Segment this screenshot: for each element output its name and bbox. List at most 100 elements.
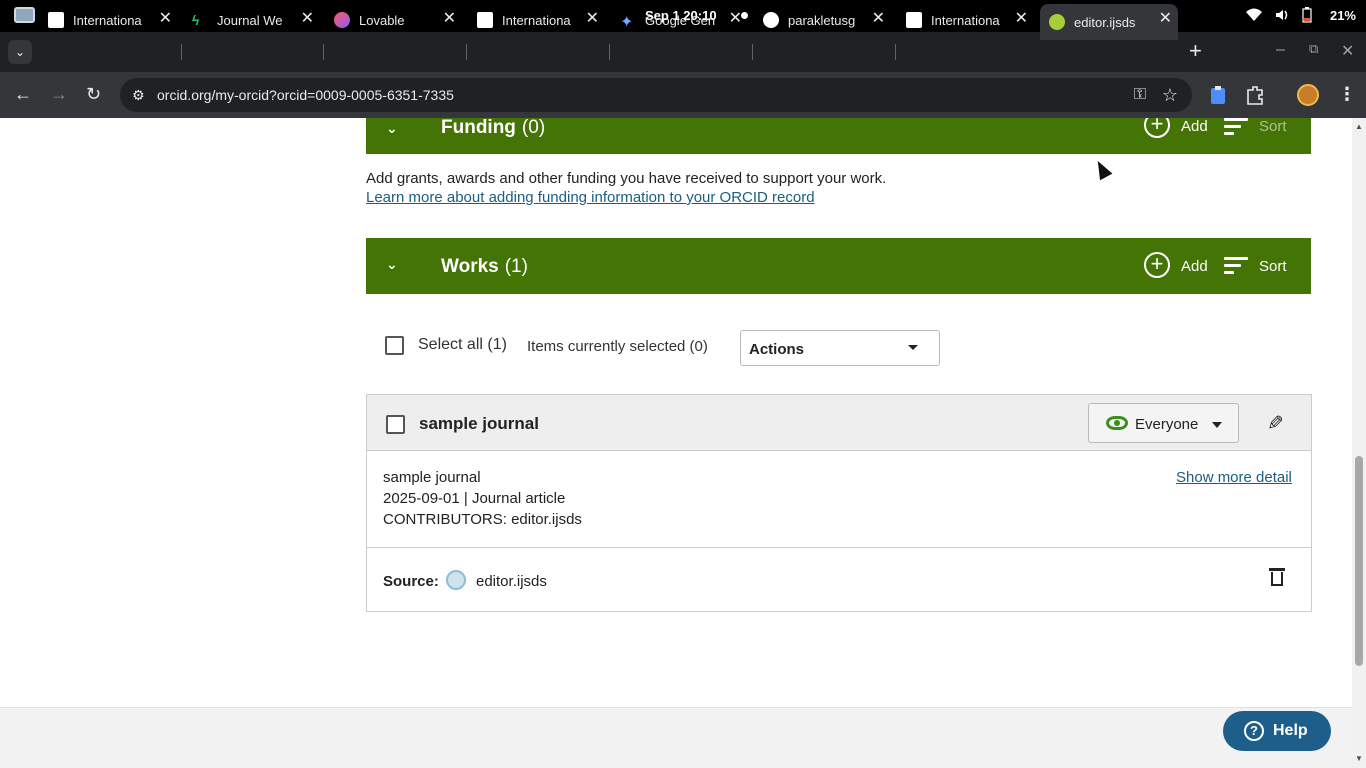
- visibility-dropdown[interactable]: Everyone: [1088, 403, 1239, 443]
- visibility-label: Everyone: [1135, 416, 1199, 433]
- chevron-down-icon[interactable]: ⌄: [386, 256, 398, 273]
- user-avatar-icon: [446, 570, 466, 590]
- tab-title: Internationa: [73, 12, 142, 28]
- back-arrow-icon[interactable]: ←: [14, 85, 32, 103]
- site-settings-icon[interactable]: ⚙: [132, 87, 145, 104]
- tab-title: Lovable: [359, 12, 405, 28]
- password-key-icon[interactable]: ⚿: [1134, 86, 1146, 104]
- system-tray[interactable]: 21%: [1245, 7, 1356, 23]
- close-icon[interactable]: ✕: [872, 11, 885, 27]
- close-icon[interactable]: ✕: [301, 11, 314, 27]
- actions-dropdown-label: Actions: [749, 341, 805, 358]
- scroll-down-arrow-icon[interactable]: ▼: [1355, 754, 1363, 763]
- minimize-icon[interactable]: –: [1276, 41, 1285, 59]
- close-icon[interactable]: ✕: [1015, 11, 1028, 27]
- work-journal-title: sample journal: [383, 469, 481, 486]
- tab-editor-ijsds-active[interactable]: editor.ijsds ✕: [1040, 4, 1178, 40]
- work-item-card: sample journal Everyone ✎ sample journal…: [366, 394, 1312, 612]
- source-name: editor.ijsds: [476, 573, 547, 590]
- tab-divider: [609, 44, 610, 60]
- scroll-up-arrow-icon[interactable]: ▲: [1355, 122, 1363, 131]
- select-all-row: [385, 336, 404, 360]
- gemini-icon: ✦: [620, 14, 634, 31]
- funding-title: Funding (0): [441, 118, 546, 138]
- browser-menu-icon[interactable]: ⋮: [1338, 84, 1356, 105]
- reload-icon[interactable]: ↻: [86, 85, 101, 103]
- sort-icon[interactable]: [1224, 118, 1248, 139]
- add-circle-icon[interactable]: +: [1144, 252, 1170, 278]
- edit-pencil-icon[interactable]: ✎: [1267, 411, 1284, 436]
- forward-arrow-icon[interactable]: →: [50, 85, 68, 103]
- extension-clipboard-icon[interactable]: [1209, 84, 1231, 106]
- show-more-detail-link[interactable]: Show more detail: [1176, 469, 1292, 486]
- close-icon[interactable]: ✕: [729, 11, 742, 27]
- bolt-icon: ϟ: [192, 12, 200, 28]
- wifi-icon[interactable]: [1245, 7, 1262, 23]
- page-viewport: ⌄ Funding (0) + Add Sort Add grants, awar…: [0, 118, 1352, 768]
- battery-icon[interactable]: [1302, 7, 1318, 23]
- tab-internationa-3[interactable]: Internationa ✕: [906, 4, 1034, 36]
- help-button[interactable]: ? Help: [1223, 711, 1331, 751]
- eye-icon: [1106, 416, 1128, 430]
- page-footer: [0, 707, 1352, 768]
- works-section-header[interactable]: ⌄ Works (1) + Add Sort: [366, 238, 1311, 294]
- select-all-label[interactable]: Select all (1): [418, 336, 507, 354]
- work-item-title: sample journal: [419, 414, 539, 433]
- tab-search-button[interactable]: ⌄: [8, 40, 32, 64]
- tab-github[interactable]: parakletusg ✕: [763, 4, 891, 36]
- close-icon[interactable]: ✕: [1159, 11, 1172, 27]
- add-circle-icon[interactable]: +: [1144, 118, 1170, 138]
- items-selected-count: Items currently selected (0): [527, 338, 708, 355]
- works-add-button[interactable]: Add: [1181, 258, 1208, 275]
- close-icon[interactable]: ✕: [159, 11, 172, 27]
- launcher-icon[interactable]: [14, 7, 35, 23]
- tab-google-gemini[interactable]: ✦ Google Gen ✕: [620, 4, 748, 36]
- chevron-down-icon[interactable]: ⌄: [386, 120, 398, 137]
- tab-journal-web[interactable]: ϟ Journal We ✕: [192, 4, 320, 36]
- works-sort-button[interactable]: Sort: [1259, 258, 1287, 275]
- ijsds-icon: [906, 12, 922, 28]
- work-item-checkbox[interactable]: [386, 415, 405, 434]
- work-date-type: 2025-09-01 | Journal article: [383, 490, 566, 507]
- actions-dropdown[interactable]: Actions: [740, 330, 940, 366]
- tab-title: Google Gen: [645, 12, 716, 28]
- work-item-header: sample journal Everyone ✎: [367, 395, 1311, 451]
- battery-percent: 21%: [1329, 7, 1356, 23]
- work-item-source-row: Source: editor.ijsds: [367, 547, 1311, 611]
- volume-icon[interactable]: [1274, 7, 1290, 23]
- works-title: Works (1): [441, 256, 528, 277]
- funding-learn-more-link[interactable]: Learn more about adding funding informat…: [366, 189, 815, 206]
- profile-avatar[interactable]: [1297, 84, 1319, 106]
- close-icon[interactable]: ✕: [586, 11, 599, 27]
- url-text[interactable]: orcid.org/my-orcid?orcid=0009-0005-6351-…: [157, 87, 454, 103]
- extensions-puzzle-icon[interactable]: [1244, 84, 1266, 106]
- browser-toolbar: ← → ↻ ⚙ orcid.org/my-orcid?orcid=0009-00…: [0, 72, 1366, 118]
- tab-title: Journal We: [217, 12, 283, 28]
- tab-divider: [466, 44, 467, 60]
- select-all-checkbox[interactable]: [385, 336, 404, 355]
- tab-divider: [323, 44, 324, 60]
- vertical-scrollbar[interactable]: ▲ ▼: [1352, 118, 1366, 768]
- funding-sort-button[interactable]: Sort: [1259, 118, 1287, 135]
- tab-title: Internationa: [502, 12, 571, 28]
- caret-down-icon: [1212, 422, 1222, 428]
- sort-icon[interactable]: [1224, 257, 1248, 278]
- new-tab-button[interactable]: +: [1189, 40, 1202, 62]
- tab-internationa-2[interactable]: Internationa ✕: [477, 4, 605, 36]
- funding-section-header[interactable]: ⌄ Funding (0) + Add Sort: [366, 118, 1311, 154]
- orcid-icon: [1049, 14, 1065, 30]
- source-label: Source:: [383, 573, 439, 590]
- window-close-icon[interactable]: ✕: [1341, 41, 1354, 61]
- trash-icon[interactable]: [1269, 568, 1285, 586]
- tab-lovable[interactable]: Lovable ✕: [334, 4, 462, 36]
- close-icon[interactable]: ✕: [443, 11, 456, 27]
- tab-internationa-1[interactable]: Internationa ✕: [48, 4, 178, 36]
- scrollbar-thumb[interactable]: [1355, 456, 1363, 666]
- work-contributors: CONTRIBUTORS: editor.ijsds: [383, 511, 582, 528]
- tab-divider: [752, 44, 753, 60]
- funding-add-button[interactable]: Add: [1181, 118, 1208, 135]
- restore-icon[interactable]: ⧉: [1309, 41, 1318, 57]
- bookmark-star-icon[interactable]: ☆: [1162, 85, 1178, 106]
- question-mark-icon: ?: [1244, 721, 1264, 741]
- address-bar[interactable]: ⚙ orcid.org/my-orcid?orcid=0009-0005-635…: [120, 78, 1192, 112]
